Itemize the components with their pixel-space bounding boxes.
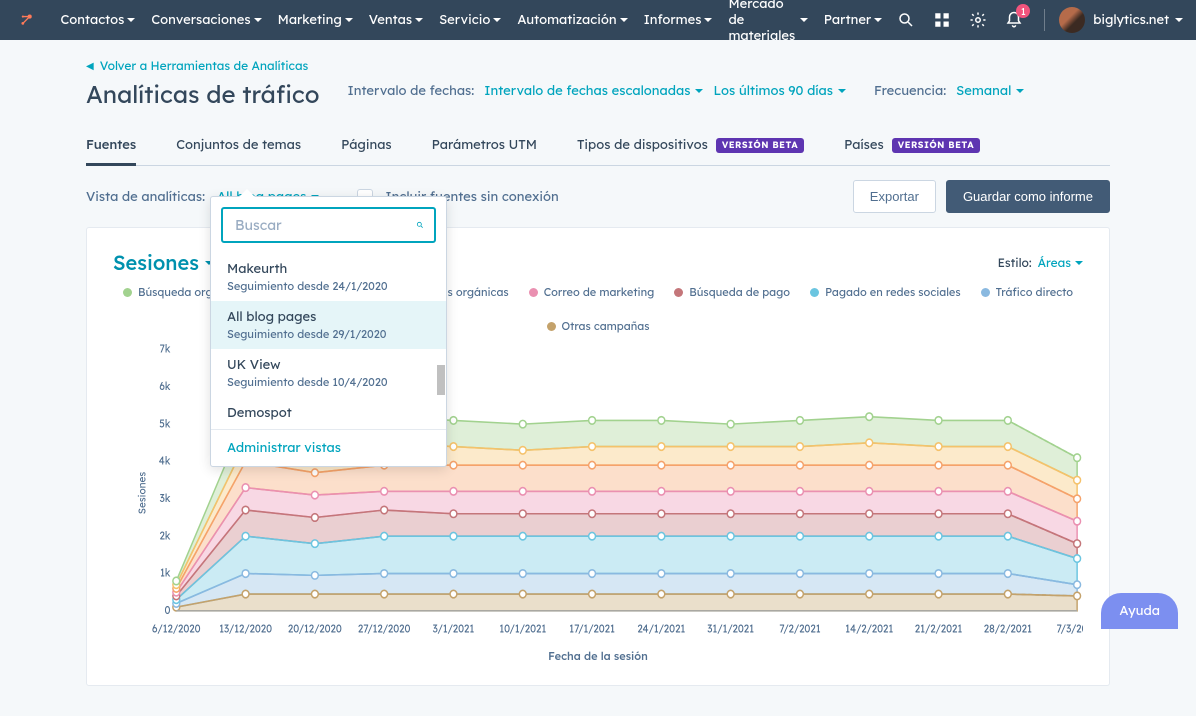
legend-item[interactable]: Búsqueda de pago [674,285,790,299]
svg-text:6/12/2020: 6/12/2020 [152,622,201,636]
tab-páginas[interactable]: Páginas [341,127,392,165]
view-option[interactable]: UK ViewSeguimiento desde 10/4/2020 [211,349,446,397]
svg-text:1k: 1k [160,566,171,580]
svg-text:14/2/2021: 14/2/2021 [845,622,893,636]
view-option[interactable]: All blog pagesSeguimiento desde 29/1/202… [211,301,446,349]
notifications-icon[interactable]: 1 [1000,6,1028,34]
view-option[interactable]: MakeurthSeguimiento desde 24/1/2020 [211,253,446,301]
view-search-input[interactable] [233,215,416,235]
page-title: Analíticas de tráfico [86,79,320,109]
search-icon [416,217,424,233]
svg-text:3/1/2021: 3/1/2021 [433,622,475,636]
notification-badge: 1 [1016,4,1030,18]
manage-views-link[interactable]: Administrar vistas [227,440,341,456]
legend-item[interactable]: Pagado en redes sociales [810,285,961,299]
export-button[interactable]: Exportar [853,180,936,213]
tabs: Fuentes Conjuntos de temas Páginas Parámetr… [86,127,1110,166]
legend-item[interactable]: Correo de marketing [529,285,655,299]
svg-text:24/1/2021: 24/1/2021 [637,622,685,636]
svg-text:21/2/2021: 21/2/2021 [915,622,962,636]
back-link[interactable]: ◀ Volver a Herramientas de Analíticas [86,58,1110,73]
svg-text:5k: 5k [159,417,170,431]
save-as-report-button[interactable]: Guardar como informe [946,180,1110,213]
svg-text:10/1/2021: 10/1/2021 [499,622,546,636]
frequency-dropdown[interactable]: Semanal [956,83,1024,99]
popover-scrollbar[interactable] [437,255,445,423]
beta-badge: VERSIÓN BETA [892,138,980,153]
nav-item-servicio[interactable]: Servicio [431,0,509,44]
settings-icon[interactable] [964,6,992,34]
account-menu[interactable]: biglytics.net [1059,7,1183,33]
svg-text:7/3/2021: 7/3/2021 [1057,622,1083,636]
svg-text:17/1/2021: 17/1/2021 [569,622,615,636]
svg-text:28/2/2021: 28/2/2021 [984,622,1032,636]
svg-text:3k: 3k [160,492,171,506]
chart-style-dropdown[interactable]: Áreas [1038,255,1083,270]
beta-badge: VERSIÓN BETA [716,138,804,153]
svg-text:7/2/2021: 7/2/2021 [779,622,820,636]
date-range-value-dropdown[interactable]: Los últimos 90 días [713,83,845,99]
nav-item-informes[interactable]: Informes [636,0,721,44]
nav-item-conversaciones[interactable]: Conversaciones [143,0,269,44]
date-range-label: Intervalo de fechas: [348,83,475,99]
date-range-preset-dropdown[interactable]: Intervalo de fechas escalonadas [484,83,703,99]
svg-text:6k: 6k [159,380,170,394]
analytics-view-popover: MakeurthSeguimiento desde 24/1/2020All b… [210,196,447,467]
nav-item-ventas[interactable]: Ventas [361,0,431,44]
nav-item-marketing[interactable]: Marketing [270,0,361,44]
legend-item[interactable]: Tráfico directo [981,285,1073,299]
svg-text:4k: 4k [159,454,171,468]
legend-item[interactable]: Otras campañas [547,319,650,333]
svg-text:7k: 7k [160,343,171,356]
avatar [1059,7,1085,33]
tab-conjuntos-de-temas[interactable]: Conjuntos de temas [176,127,301,165]
svg-text:0: 0 [164,604,170,618]
top-nav: ContactosConversacionesMarketingVentasSe… [0,0,1196,40]
nav-item-partner[interactable]: Partner [816,0,890,44]
x-axis-label: Fecha de la sesión [113,649,1083,663]
tab-tipos-de-dispositivos[interactable]: Tipos de dispositivosVERSIÓN BETA [577,127,804,165]
svg-text:20/12/2020: 20/12/2020 [288,622,342,636]
nav-item-automatización[interactable]: Automatización [509,0,635,44]
metric-dropdown[interactable]: Sesiones [113,250,213,275]
search-icon[interactable] [892,6,920,34]
nav-item-mercado-de-materiales[interactable]: Mercado de materiales [720,0,815,44]
svg-text:27/12/2020: 27/12/2020 [358,622,411,636]
svg-text:31/1/2021: 31/1/2021 [707,622,754,636]
chart-style-label: Estilo: [998,255,1032,270]
tab-países[interactable]: PaísesVERSIÓN BETA [844,127,980,165]
nav-item-contactos[interactable]: Contactos [52,0,143,44]
account-name: biglytics.net [1093,12,1169,28]
tab-parámetros-utm[interactable]: Parámetros UTM [432,127,537,165]
y-axis-label: Sesiones [136,472,149,514]
analytics-view-label: Vista de analíticas: [86,189,205,205]
svg-text:2k: 2k [159,529,170,543]
hubspot-logo-icon[interactable] [18,11,34,29]
tab-fuentes[interactable]: Fuentes [86,127,136,166]
view-option[interactable]: Demospot [211,397,446,429]
help-button[interactable]: Ayuda [1101,593,1178,629]
frequency-label: Frecuencia: [874,83,946,99]
svg-text:13/12/2020: 13/12/2020 [219,622,272,636]
marketplace-icon[interactable] [928,6,956,34]
toolbar: Vista de analíticas: All blog pages Incl… [0,166,1196,227]
